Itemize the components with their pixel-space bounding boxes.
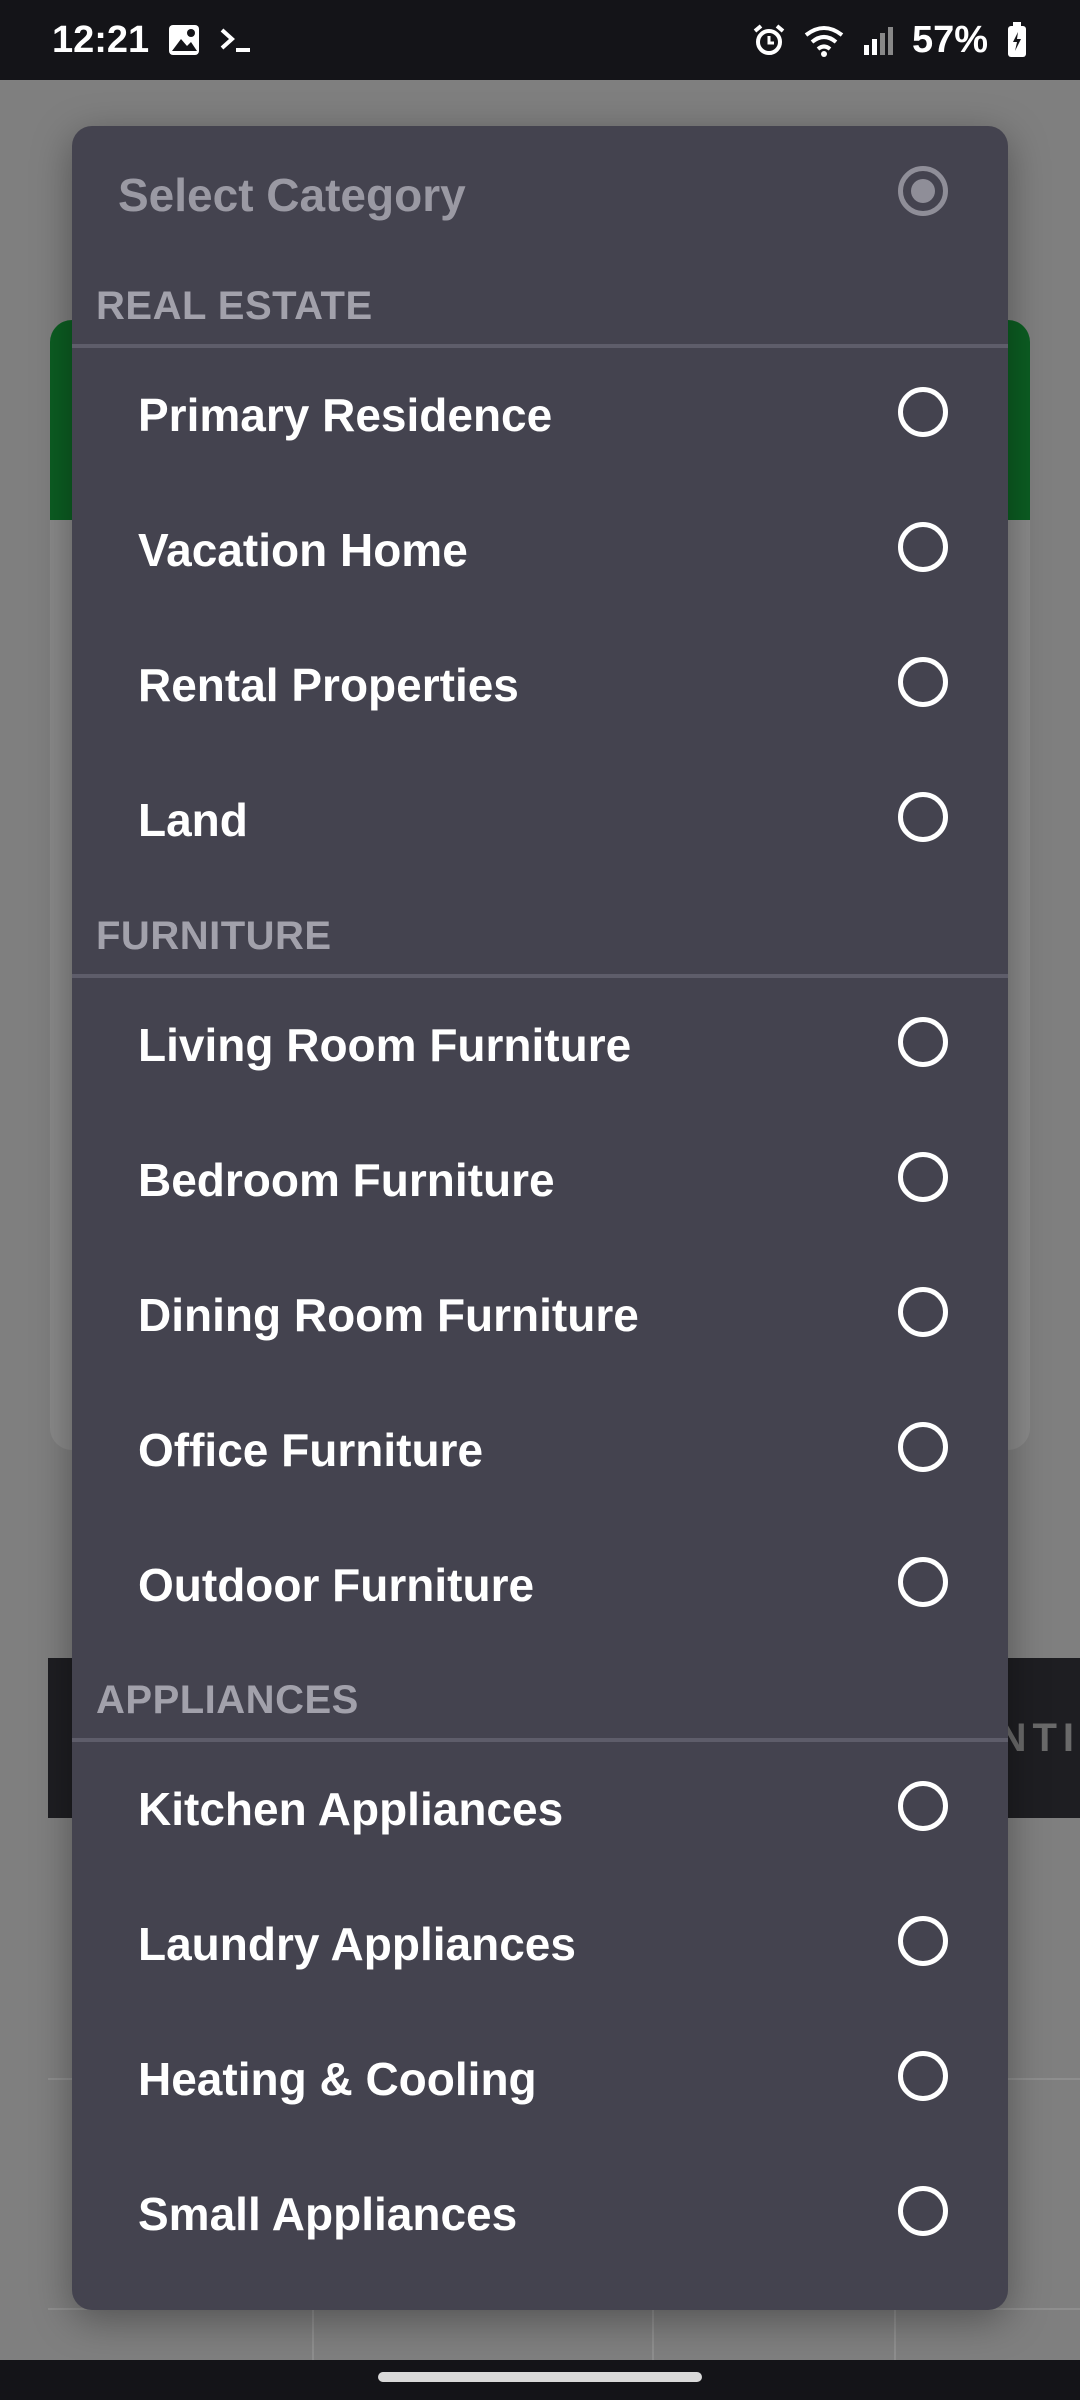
radio-button[interactable] (898, 792, 948, 842)
option-rental-properties[interactable]: Rental Properties (72, 618, 1008, 753)
option-dining-room-furniture[interactable]: Dining Room Furniture (72, 1248, 1008, 1383)
battery-icon (1006, 22, 1028, 58)
gesture-handle[interactable] (378, 2372, 702, 2382)
option-heating-cooling[interactable]: Heating & Cooling (72, 2012, 1008, 2147)
option-laundry-appliances[interactable]: Laundry Appliances (72, 1877, 1008, 2012)
signal-icon (862, 25, 894, 55)
radio-button[interactable] (898, 1916, 948, 1966)
radio-button[interactable] (898, 1287, 948, 1337)
radio-button[interactable] (898, 1781, 948, 1831)
option-living-room-furniture[interactable]: Living Room Furniture (72, 978, 1008, 1113)
option-label: Small Appliances (138, 2188, 518, 2240)
option-label: Kitchen Appliances (138, 1783, 564, 1835)
option-label: Bedroom Furniture (138, 1154, 555, 1206)
option-bedroom-furniture[interactable]: Bedroom Furniture (72, 1113, 1008, 1248)
radio-button[interactable] (898, 1557, 948, 1607)
radio-button[interactable] (898, 522, 948, 572)
select-category-dialog: Select Category REAL ESTATE Primary Resi… (72, 126, 1008, 2310)
dialog-header: Select Category (72, 126, 1008, 262)
status-bar: 12:21 57% (0, 0, 1080, 80)
option-label: Heating & Cooling (138, 2053, 537, 2105)
alarm-icon (752, 23, 786, 57)
option-label: Land (138, 794, 248, 846)
radio-button[interactable] (898, 1152, 948, 1202)
section-header-real-estate: REAL ESTATE (96, 284, 373, 328)
option-label: Dining Room Furniture (138, 1289, 639, 1341)
radio-button[interactable] (898, 1017, 948, 1067)
terminal-icon (219, 25, 255, 55)
option-label: Laundry Appliances (138, 1918, 576, 1970)
option-kitchen-appliances[interactable]: Kitchen Appliances (72, 1742, 1008, 1877)
gallery-icon (167, 23, 201, 57)
option-label: Rental Properties (138, 659, 519, 711)
option-label: Living Room Furniture (138, 1019, 632, 1071)
radio-button[interactable] (898, 387, 948, 437)
radio-button[interactable] (898, 2186, 948, 2236)
option-primary-residence[interactable]: Primary Residence (72, 348, 1008, 483)
option-land[interactable]: Land (72, 753, 1008, 888)
status-time: 12:21 (52, 18, 150, 61)
header-radio-selected[interactable] (898, 166, 948, 216)
battery-percent: 57% (911, 18, 988, 61)
background-top-text (60, 80, 1020, 100)
radio-button[interactable] (898, 657, 948, 707)
section-header-appliances: APPLIANCES (96, 1678, 359, 1722)
section-header-furniture: FURNITURE (96, 914, 332, 958)
option-label: Primary Residence (138, 389, 553, 441)
radio-button[interactable] (898, 1422, 948, 1472)
option-vacation-home[interactable]: Vacation Home (72, 483, 1008, 618)
option-label: Office Furniture (138, 1424, 484, 1476)
option-outdoor-furniture[interactable]: Outdoor Furniture (72, 1518, 1008, 1653)
background-strip-text: NTI (997, 1716, 1080, 1760)
option-small-appliances[interactable]: Small Appliances (72, 2147, 1008, 2282)
navigation-bar (0, 2360, 1080, 2400)
option-office-furniture[interactable]: Office Furniture (72, 1383, 1008, 1518)
dialog-title: Select Category (118, 169, 466, 221)
wifi-icon (804, 23, 844, 57)
option-label: Vacation Home (138, 524, 468, 576)
option-label: Outdoor Furniture (138, 1559, 535, 1611)
radio-button[interactable] (898, 2051, 948, 2101)
